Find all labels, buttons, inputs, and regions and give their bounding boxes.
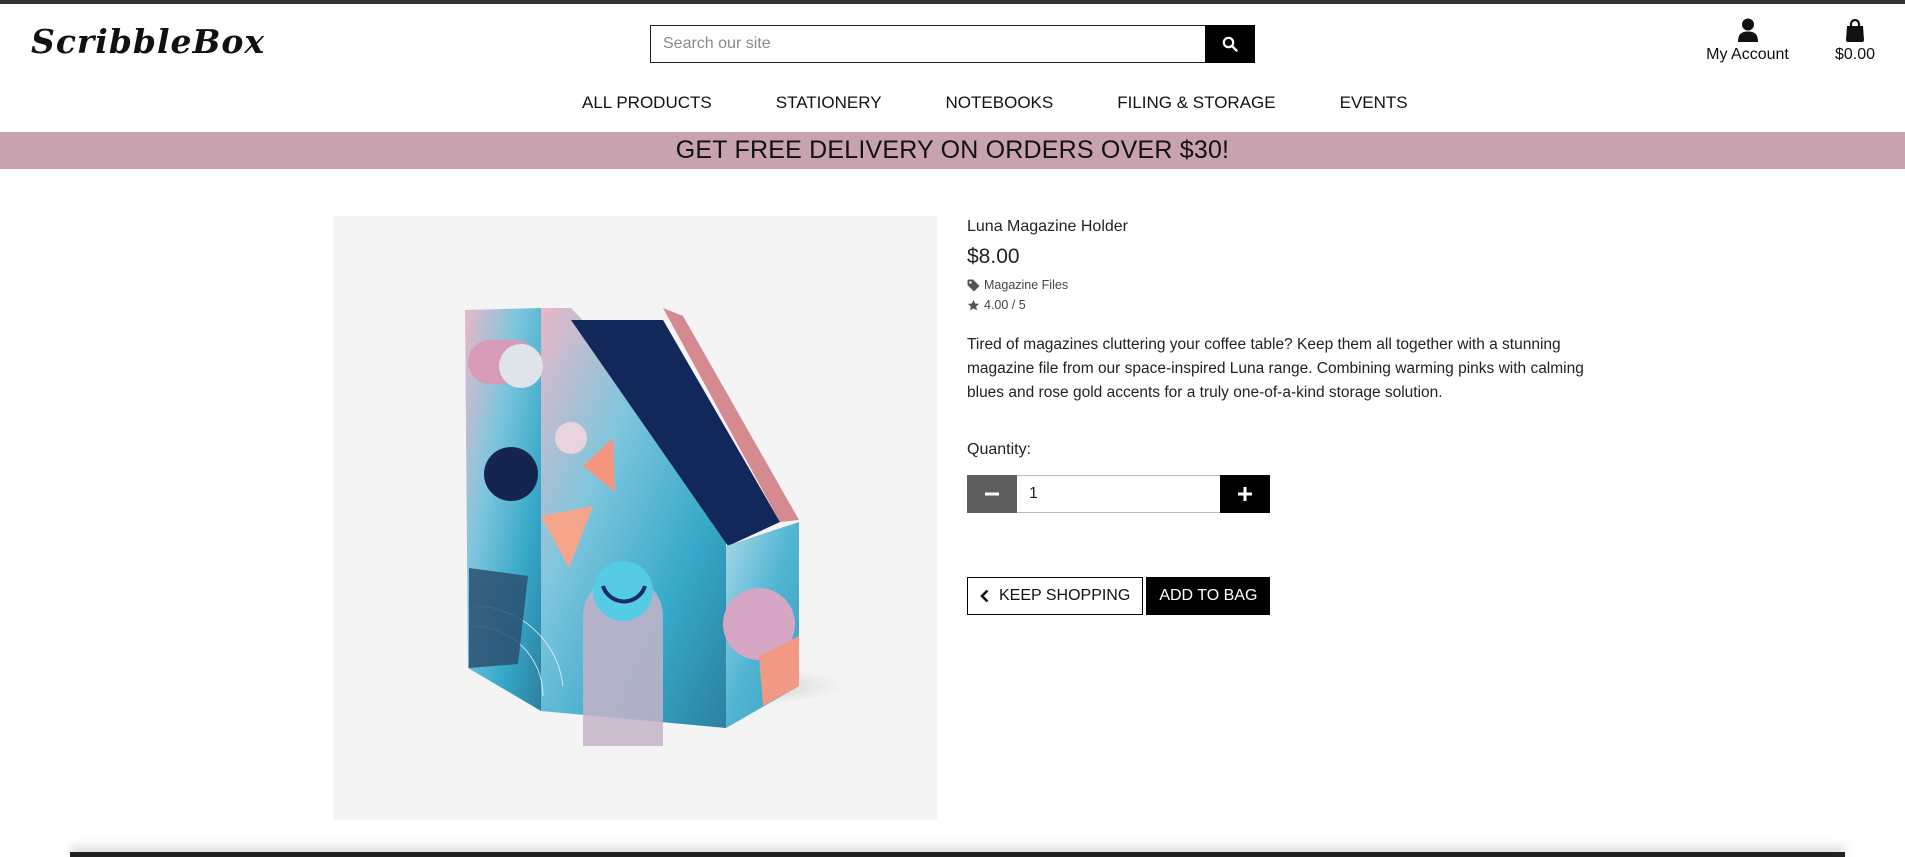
search-input[interactable] (650, 25, 1205, 63)
search-bar (650, 25, 1255, 63)
promo-banner-text: GET FREE DELIVERY ON ORDERS OVER $30! (675, 136, 1230, 164)
product-details: Luna Magazine Holder $8.00 Magazine File… (967, 218, 1587, 615)
bag-total: $0.00 (1834, 46, 1876, 63)
tag-icon (967, 279, 980, 291)
plus-icon (1238, 487, 1252, 501)
product-rating: 4.00 / 5 (967, 298, 1587, 312)
chevron-left-icon (980, 589, 989, 603)
product-category[interactable]: Magazine Files (967, 278, 1587, 292)
add-to-bag-button[interactable]: ADD TO BAG (1146, 577, 1271, 615)
user-icon (1737, 18, 1758, 42)
keep-shopping-button[interactable]: KEEP SHOPPING (967, 577, 1144, 615)
star-icon (967, 299, 980, 310)
add-to-bag-label: ADD TO BAG (1159, 587, 1258, 604)
nav-all-products[interactable]: ALL PRODUCTS (582, 93, 712, 113)
quantity-input[interactable] (1017, 475, 1220, 513)
my-account-link[interactable]: My Account (1700, 18, 1795, 64)
quantity-label: Quantity: (967, 441, 1032, 458)
decrease-quantity-button[interactable] (967, 475, 1017, 513)
nav-notebooks[interactable]: NOTEBOOKS (946, 93, 1054, 113)
product-description: Tired of magazines cluttering your coffe… (967, 336, 1584, 401)
product-rating-label: 4.00 / 5 (984, 298, 1026, 312)
search-icon (1222, 36, 1238, 52)
nav-filing-storage[interactable]: FILING & STORAGE (1117, 93, 1275, 113)
magazine-holder-illustration (465, 308, 843, 746)
product-actions: KEEP SHOPPING ADD TO BAG (967, 577, 1587, 615)
quantity-stepper (967, 475, 1587, 513)
promo-banner: GET FREE DELIVERY ON ORDERS OVER $30! (0, 132, 1905, 169)
nav-events[interactable]: EVENTS (1340, 93, 1408, 113)
product-category-label: Magazine Files (984, 278, 1069, 292)
search-button[interactable] (1205, 25, 1255, 63)
top-strip (0, 0, 1905, 4)
product-price: $8.00 (967, 245, 1020, 268)
nav-stationery[interactable]: STATIONERY (776, 93, 882, 113)
minus-icon (985, 492, 999, 496)
my-account-label: My Account (1706, 46, 1789, 63)
product-name: Luna Magazine Holder (967, 218, 1128, 235)
product-image (333, 216, 937, 820)
keep-shopping-label: KEEP SHOPPING (999, 587, 1131, 604)
footer-edge (70, 852, 1845, 857)
shopping-bag-icon (1846, 18, 1864, 42)
shopping-bag-link[interactable]: $0.00 (1826, 18, 1884, 64)
main-nav: ALL PRODUCTS STATIONERY NOTEBOOKS FILING… (582, 93, 1408, 113)
site-logo[interactable]: ScribbleBox (31, 22, 265, 61)
increase-quantity-button[interactable] (1220, 475, 1270, 513)
